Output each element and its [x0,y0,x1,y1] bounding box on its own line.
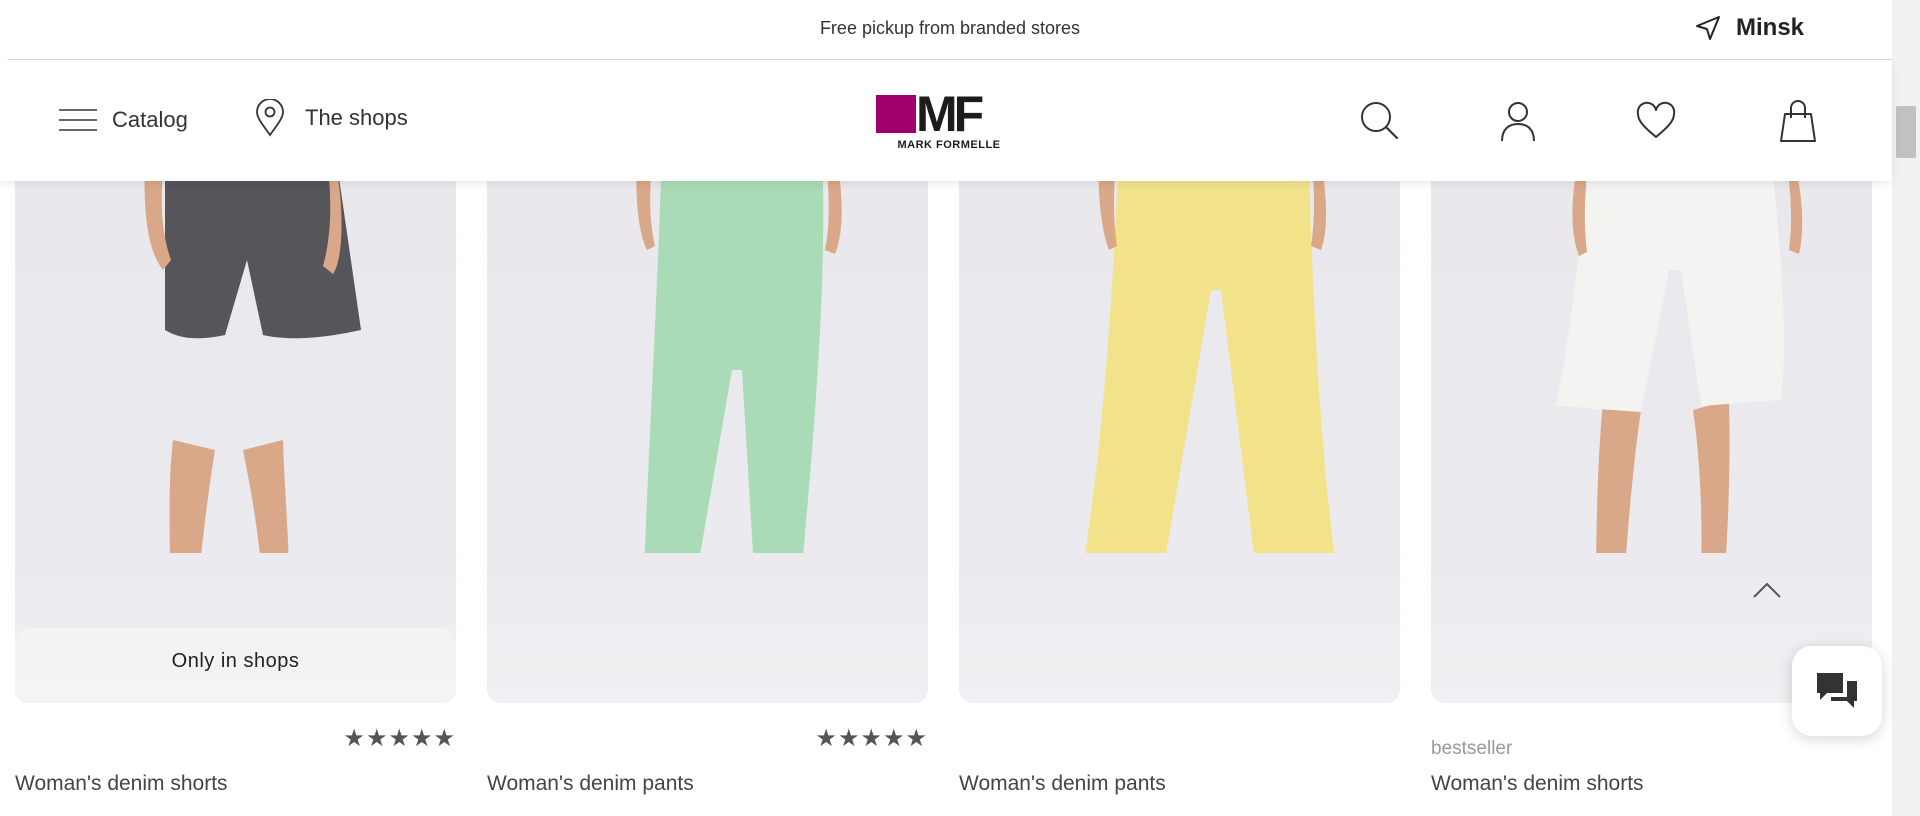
product-tag: bestseller [1431,738,1513,759]
wishlist-button[interactable] [1634,99,1678,143]
catalog-button[interactable]: Catalog [58,107,188,133]
logo-mark: MF [916,86,984,142]
user-icon [1501,102,1535,142]
promo-text: Free pickup from branded stores [819,18,1081,38]
product-image[interactable] [959,150,1400,703]
scroll-to-top-button[interactable] [1750,578,1784,602]
bag-icon [1780,100,1816,142]
city-label: Minsk [1736,14,1805,41]
promo-bar: Free pickup from branded stores Minsk [8,0,1892,60]
logo-square [876,95,916,133]
chat-button[interactable] [1792,646,1882,736]
account-button[interactable] [1496,99,1540,143]
rating-stars: ★★★★★ [343,725,456,752]
product-image[interactable] [1431,150,1872,703]
heart-icon [1636,101,1676,138]
product-title[interactable]: Woman's denim pants [487,772,694,796]
product-badge: Only in shops [171,650,300,672]
garment-shape [1556,150,1784,412]
chevron-up-icon [1753,582,1781,598]
catalog-label: Catalog [112,107,188,132]
page: Free pickup from branded stores Minsk Ca… [0,0,1920,816]
brand-logo[interactable]: MF MARK FORMELLE [876,87,1022,153]
cart-button[interactable] [1776,99,1820,143]
product-title[interactable]: Woman's denim shorts [15,772,228,796]
scrollbar-thumb[interactable] [1896,106,1916,158]
chat-icon [1817,673,1857,708]
city-selector[interactable]: Minsk [1694,14,1804,42]
product-title[interactable]: Woman's denim pants [959,772,1166,796]
product-image[interactable] [487,150,928,703]
location-pin-icon [256,99,284,137]
search-button[interactable] [1358,99,1402,143]
product-title[interactable]: Woman's denim shorts [1431,772,1644,796]
rating-stars: ★★★★★ [815,725,928,752]
page-scrollbar[interactable] [1892,0,1920,816]
search-icon [1361,102,1399,140]
navigation-arrow-icon [1696,16,1720,40]
main-header: Catalog The shops MF MARK FORMELLE [0,61,1892,181]
garment-shape [1079,150,1339,595]
product-image[interactable] [15,150,456,703]
shops-label: The shops [305,105,408,130]
shops-link[interactable]: The shops [255,99,408,137]
logo-name: MARK FORMELLE [897,139,1001,151]
menu-icon [59,109,97,131]
